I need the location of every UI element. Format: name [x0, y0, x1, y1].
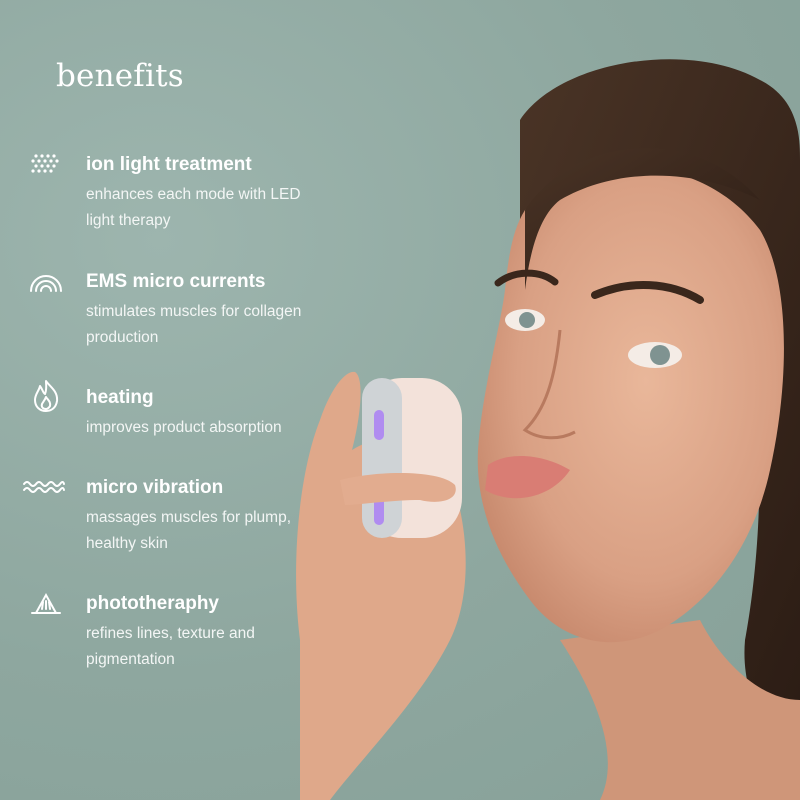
rainbow-arcs-icon: [30, 275, 62, 292]
benefit-description: stimulates muscles for collagen producti…: [86, 303, 302, 346]
benefit-description: enhances each mode with LED light therap…: [86, 186, 301, 229]
light-rays-icon: [31, 592, 61, 614]
benefit-name: heating: [86, 387, 154, 408]
benefit-name: micro vibration: [86, 477, 224, 498]
wave-lines-icon: [23, 481, 65, 493]
dots-light-icon: [31, 154, 59, 173]
benefit-description: massages muscles for plump, healthy skin: [86, 509, 292, 552]
flame-icon: [34, 380, 59, 412]
benefit-description: refines lines, texture and pigmentation: [86, 625, 255, 668]
benefit-description: improves product absorption: [86, 419, 282, 436]
page-title: benefits: [56, 58, 184, 94]
benefit-name: phototheraphy: [86, 593, 219, 614]
benefit-name: EMS micro currents: [86, 271, 266, 292]
benefit-name: ion light treatment: [86, 154, 252, 175]
